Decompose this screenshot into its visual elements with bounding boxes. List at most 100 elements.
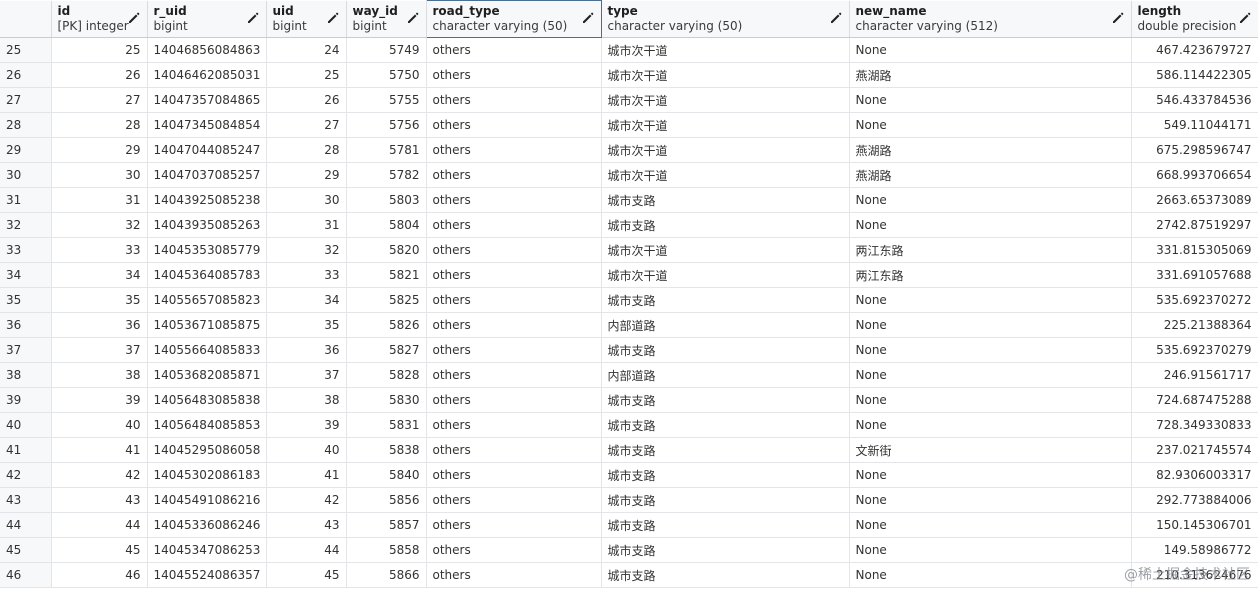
cell-uid[interactable]: 44 (266, 537, 347, 563)
cell-id[interactable]: 45 (51, 537, 148, 563)
cell-type[interactable]: 城市支路 (601, 387, 850, 413)
column-header-new-name[interactable]: new_name character varying (512) (849, 0, 1132, 38)
cell-length[interactable]: 150.145306701 (1131, 512, 1258, 538)
cell-type[interactable]: 城市次干道 (601, 62, 850, 88)
cell-r-uid[interactable]: 14045295086058 (147, 437, 267, 463)
table-row[interactable]: 43 43 14045491086216 42 5856 others 城市支路 None 29… (0, 487, 1258, 513)
column-header-r-uid[interactable]: r_uid bigint (147, 0, 267, 38)
cell-new-name[interactable]: 燕湖路 (849, 137, 1132, 163)
cell-way-id[interactable]: 5856 (346, 487, 427, 513)
cell-r-uid[interactable]: 14055664085833 (147, 337, 267, 363)
cell-length[interactable]: 728.349330833 (1131, 412, 1258, 438)
cell-road-type[interactable]: others (426, 87, 602, 113)
cell-new-name[interactable]: None (849, 112, 1132, 138)
cell-type[interactable]: 城市次干道 (601, 262, 850, 288)
cell-r-uid[interactable]: 14046856084863 (147, 37, 267, 63)
cell-new-name[interactable]: 燕湖路 (849, 162, 1132, 188)
table-row[interactable]: 28 28 14047345084854 27 5756 others 城市次干道 None 5… (0, 112, 1258, 138)
cell-id[interactable]: 29 (51, 137, 148, 163)
cell-type[interactable]: 城市次干道 (601, 137, 850, 163)
pencil-icon[interactable] (127, 11, 141, 25)
cell-uid[interactable]: 29 (266, 162, 347, 188)
cell-uid[interactable]: 27 (266, 112, 347, 138)
cell-id[interactable]: 42 (51, 462, 148, 488)
cell-uid[interactable]: 35 (266, 312, 347, 338)
cell-type[interactable]: 城市支路 (601, 437, 850, 463)
cell-road-type[interactable]: others (426, 287, 602, 313)
cell-type[interactable]: 城市支路 (601, 487, 850, 513)
column-header-id[interactable]: id [PK] integer (51, 0, 148, 38)
cell-r-uid[interactable]: 14045302086183 (147, 462, 267, 488)
cell-way-id[interactable]: 5756 (346, 112, 427, 138)
cell-id[interactable]: 33 (51, 237, 148, 263)
cell-road-type[interactable]: others (426, 187, 602, 213)
cell-uid[interactable]: 43 (266, 512, 347, 538)
cell-road-type[interactable]: others (426, 262, 602, 288)
cell-way-id[interactable]: 5831 (346, 412, 427, 438)
table-row[interactable]: 44 44 14045336086246 43 5857 others 城市支路 None 15… (0, 512, 1258, 538)
cell-road-type[interactable]: others (426, 537, 602, 563)
cell-road-type[interactable]: others (426, 437, 602, 463)
cell-r-uid[interactable]: 14047345084854 (147, 112, 267, 138)
column-header-uid[interactable]: uid bigint (266, 0, 347, 38)
table-row[interactable]: 46 46 14045524086357 45 5866 others 城市支路 None 21… (0, 562, 1258, 588)
cell-way-id[interactable]: 5840 (346, 462, 427, 488)
cell-r-uid[interactable]: 14045347086253 (147, 537, 267, 563)
cell-length[interactable]: 210.313624676 (1131, 562, 1258, 588)
cell-id[interactable]: 25 (51, 37, 148, 63)
table-row[interactable]: 32 32 14043935085263 31 5804 others 城市支路 None 27… (0, 212, 1258, 238)
cell-uid[interactable]: 32 (266, 237, 347, 263)
cell-id[interactable]: 30 (51, 162, 148, 188)
cell-road-type[interactable]: others (426, 62, 602, 88)
cell-r-uid[interactable]: 14047044085247 (147, 137, 267, 163)
cell-road-type[interactable]: others (426, 112, 602, 138)
cell-new-name[interactable]: 文新街 (849, 437, 1132, 463)
cell-uid[interactable]: 41 (266, 462, 347, 488)
pencil-icon[interactable] (406, 11, 420, 25)
cell-way-id[interactable]: 5750 (346, 62, 427, 88)
cell-length[interactable]: 724.687475288 (1131, 387, 1258, 413)
cell-r-uid[interactable]: 14055657085823 (147, 287, 267, 313)
cell-new-name[interactable]: None (849, 487, 1132, 513)
cell-type[interactable]: 城市支路 (601, 337, 850, 363)
cell-length[interactable]: 586.114422305 (1131, 62, 1258, 88)
cell-road-type[interactable]: others (426, 212, 602, 238)
cell-length[interactable]: 549.11044171 (1131, 112, 1258, 138)
cell-way-id[interactable]: 5830 (346, 387, 427, 413)
cell-way-id[interactable]: 5826 (346, 312, 427, 338)
cell-new-name[interactable]: None (849, 337, 1132, 363)
cell-road-type[interactable]: others (426, 162, 602, 188)
cell-id[interactable]: 40 (51, 412, 148, 438)
pencil-icon[interactable] (581, 11, 595, 25)
cell-length[interactable]: 675.298596747 (1131, 137, 1258, 163)
cell-r-uid[interactable]: 14047037085257 (147, 162, 267, 188)
table-row[interactable]: 40 40 14056484085853 39 5831 others 城市支路 None 72… (0, 412, 1258, 438)
cell-new-name[interactable]: None (849, 462, 1132, 488)
cell-id[interactable]: 28 (51, 112, 148, 138)
cell-uid[interactable]: 33 (266, 262, 347, 288)
cell-new-name[interactable]: None (849, 287, 1132, 313)
cell-type[interactable]: 城市支路 (601, 562, 850, 588)
cell-r-uid[interactable]: 14056483085838 (147, 387, 267, 413)
cell-id[interactable]: 37 (51, 337, 148, 363)
cell-id[interactable]: 32 (51, 212, 148, 238)
pencil-icon[interactable] (1111, 11, 1125, 25)
cell-uid[interactable]: 31 (266, 212, 347, 238)
cell-way-id[interactable]: 5828 (346, 362, 427, 388)
cell-way-id[interactable]: 5838 (346, 437, 427, 463)
cell-id[interactable]: 27 (51, 87, 148, 113)
cell-type[interactable]: 城市次干道 (601, 37, 850, 63)
cell-r-uid[interactable]: 14045336086246 (147, 512, 267, 538)
column-header-type[interactable]: type character varying (50) (601, 0, 850, 38)
cell-new-name[interactable]: None (849, 562, 1132, 588)
cell-new-name[interactable]: None (849, 87, 1132, 113)
cell-uid[interactable]: 30 (266, 187, 347, 213)
cell-new-name[interactable]: None (849, 312, 1132, 338)
cell-length[interactable]: 82.9306003317 (1131, 462, 1258, 488)
cell-type[interactable]: 城市支路 (601, 462, 850, 488)
cell-length[interactable]: 237.021745574 (1131, 437, 1258, 463)
cell-id[interactable]: 26 (51, 62, 148, 88)
pencil-icon[interactable] (326, 11, 340, 25)
cell-way-id[interactable]: 5755 (346, 87, 427, 113)
cell-road-type[interactable]: others (426, 512, 602, 538)
